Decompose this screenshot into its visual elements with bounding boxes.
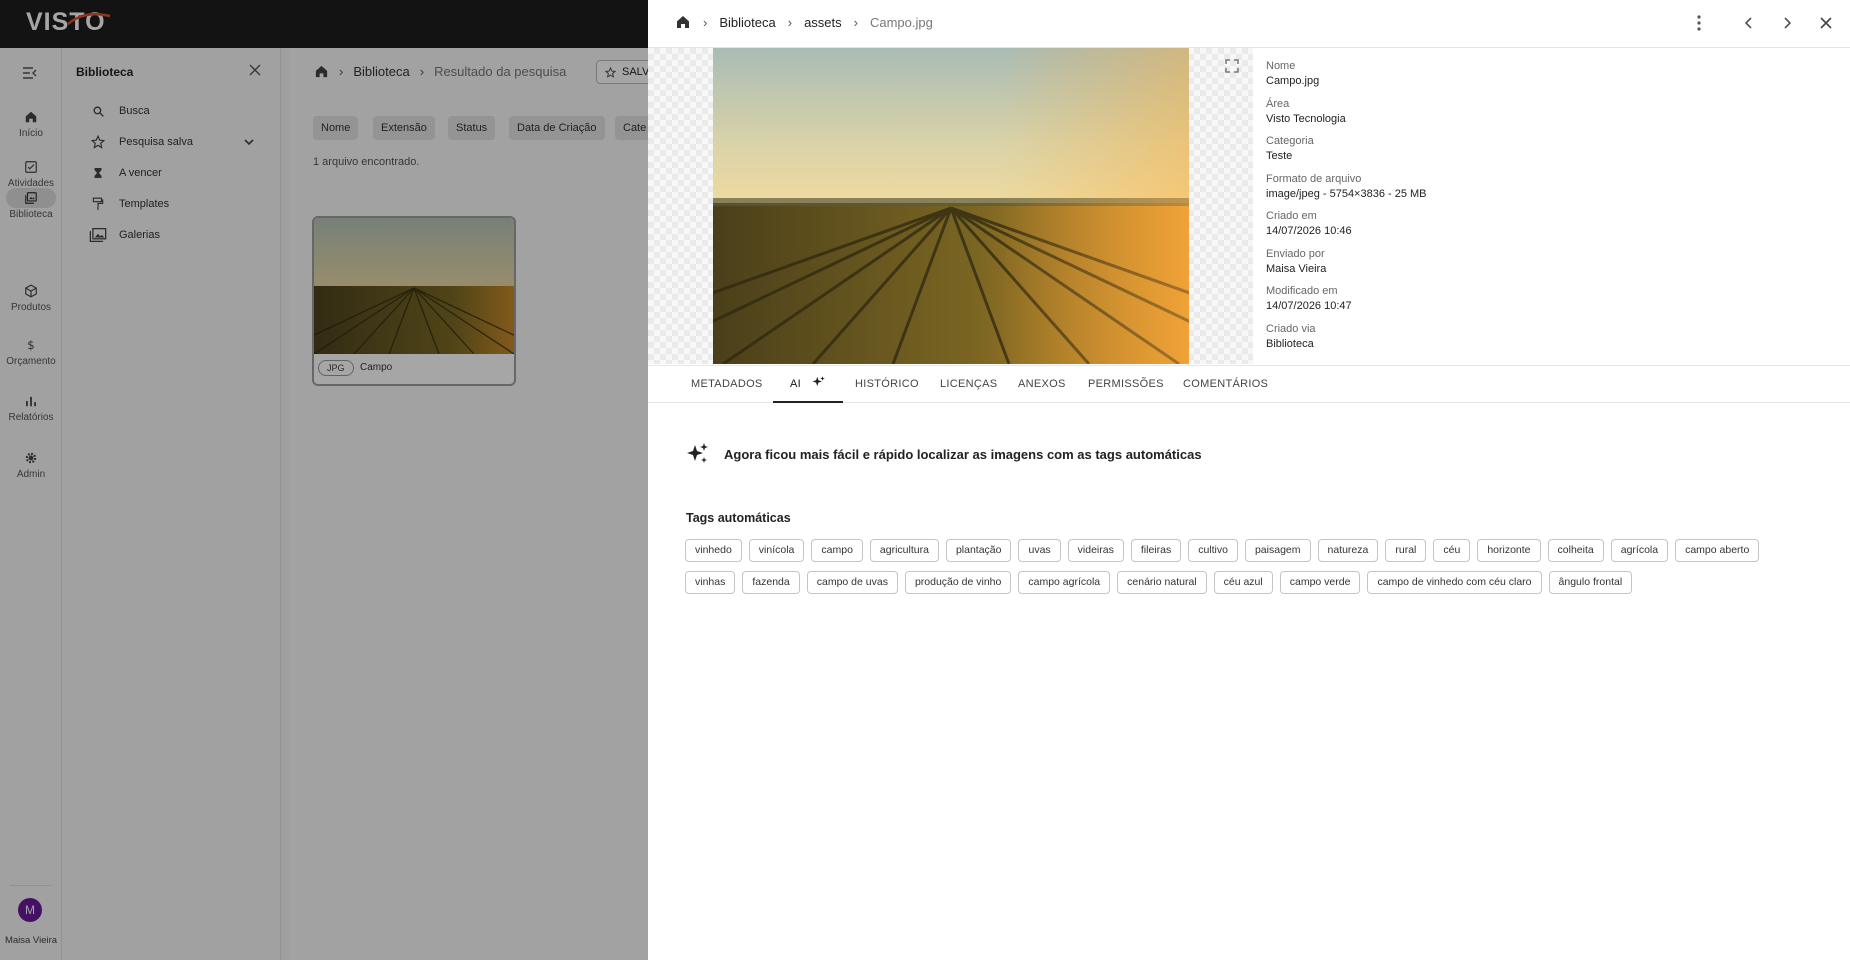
meta-label: Criado via xyxy=(1266,322,1316,335)
tab-historico[interactable]: HISTÓRICO xyxy=(855,366,919,403)
tag-chip[interactable]: rural xyxy=(1385,539,1427,562)
meta-row-criado-via: Criado via Biblioteca xyxy=(1266,323,1427,361)
meta-label: Área xyxy=(1266,97,1290,110)
tab-metadados[interactable]: METADADOS xyxy=(691,366,763,403)
tab-comentarios[interactable]: COMENTÁRIOS xyxy=(1183,366,1268,403)
tag-chip[interactable]: agrícola xyxy=(1610,539,1669,562)
tag-chip[interactable]: fazenda xyxy=(742,571,800,594)
breadcrumb: › Biblioteca › assets › Campo.jpg xyxy=(675,14,933,30)
tag-chip[interactable]: campo agrícola xyxy=(1018,571,1111,594)
meta-value: Visto Tecnologia xyxy=(1266,112,1346,125)
tag-chip[interactable]: natureza xyxy=(1317,539,1379,562)
auto-tags-list: vinhedo vinícola campo agricultura plantação… xyxy=(685,539,1815,594)
sparkles-icon xyxy=(687,443,708,463)
breadcrumb-biblioteca[interactable]: Biblioteca xyxy=(719,15,775,30)
image-preview xyxy=(648,48,1253,364)
metadata-summary: Nome Campo.jpg Área Visto Tecnologia Cat… xyxy=(1266,60,1427,360)
meta-value: Maisa Vieira xyxy=(1266,262,1327,275)
tag-chip[interactable]: campo aberto xyxy=(1675,539,1760,562)
breadcrumb-assets[interactable]: assets xyxy=(804,15,842,30)
modal-backdrop[interactable] xyxy=(0,0,648,960)
tag-chip[interactable]: plantação xyxy=(945,539,1012,562)
detail-tabs: METADADOS AI HISTÓRICO LICENÇAS ANEXOS P… xyxy=(648,365,1850,403)
tab-ai[interactable]: AI xyxy=(773,366,843,403)
tag-chip[interactable]: vinhedo xyxy=(685,539,742,562)
tag-chip[interactable]: paisagem xyxy=(1244,539,1311,562)
more-vert-icon[interactable] xyxy=(1691,14,1707,32)
meta-value: 14/07/2026 10:47 xyxy=(1266,300,1352,312)
meta-label: Enviado por xyxy=(1266,247,1325,260)
meta-label: Categoria xyxy=(1266,135,1314,147)
tag-chip[interactable]: agricultura xyxy=(869,539,939,562)
meta-value: 14/07/2026 10:46 xyxy=(1266,225,1352,237)
meta-label: Criado em xyxy=(1266,210,1317,222)
meta-row-area: Área Visto Tecnologia xyxy=(1266,98,1427,136)
meta-row-enviado-por: Enviado por Maisa Vieira xyxy=(1266,248,1427,286)
meta-row-categoria: Categoria Teste xyxy=(1266,135,1427,173)
tag-chip[interactable]: uvas xyxy=(1018,539,1061,562)
tag-chip[interactable]: cultivo xyxy=(1188,539,1238,562)
asset-detail-drawer: › Biblioteca › assets › Campo.jpg Nome C… xyxy=(648,0,1850,960)
tag-chip[interactable]: vinícola xyxy=(748,539,805,562)
meta-label: Nome xyxy=(1266,60,1296,72)
meta-label: Formato de arquivo xyxy=(1266,172,1362,185)
meta-row-formato: Formato de arquivo image/jpeg - 5754×383… xyxy=(1266,173,1427,211)
meta-value: Teste xyxy=(1266,150,1293,162)
drawer-header: › Biblioteca › assets › Campo.jpg xyxy=(648,0,1850,48)
meta-row-modificado-em: Modificado em 14/07/2026 10:47 xyxy=(1266,285,1427,323)
tags-title: Tags automáticas xyxy=(686,511,791,525)
tag-chip[interactable]: cenário natural xyxy=(1117,571,1207,594)
breadcrumb-separator-icon: › xyxy=(787,14,793,30)
tag-chip[interactable]: fileiras xyxy=(1130,539,1182,562)
home-icon[interactable] xyxy=(675,14,691,30)
fullscreen-icon[interactable] xyxy=(1224,58,1240,74)
tag-chip[interactable]: horizonte xyxy=(1477,539,1541,562)
chevron-right-icon[interactable] xyxy=(1779,14,1795,32)
tab-anexos[interactable]: ANEXOS xyxy=(1018,366,1066,403)
meta-row-criado-em: Criado em 14/07/2026 10:46 xyxy=(1266,210,1427,248)
meta-row-nome: Nome Campo.jpg xyxy=(1266,60,1427,98)
tab-permissoes[interactable]: PERMISSÕES xyxy=(1088,366,1164,403)
tag-chip[interactable]: céu xyxy=(1433,539,1471,562)
asset-preview-image[interactable] xyxy=(713,48,1189,364)
ai-banner: Agora ficou mais fácil e rápido localiza… xyxy=(686,442,1202,466)
sparkles-icon xyxy=(812,376,826,387)
tab-ai-label: AI xyxy=(790,378,801,390)
tag-chip[interactable]: videiras xyxy=(1067,539,1124,562)
tag-chip[interactable]: produção de vinho xyxy=(904,571,1012,594)
breadcrumb-separator-icon: › xyxy=(703,14,708,30)
tag-chip[interactable]: campo de vinhedo com céu claro xyxy=(1367,571,1542,594)
tab-licencas[interactable]: LICENÇAS xyxy=(940,366,997,403)
ai-banner-text: Agora ficou mais fácil e rápido localiza… xyxy=(724,446,1202,462)
chevron-left-icon[interactable] xyxy=(1741,14,1757,32)
tag-chip[interactable]: vinhas xyxy=(685,571,736,594)
tag-chip[interactable]: campo de uvas xyxy=(806,571,898,594)
breadcrumb-separator-icon: › xyxy=(853,14,858,30)
meta-value: Campo.jpg xyxy=(1266,75,1320,87)
tag-chip[interactable]: céu azul xyxy=(1213,571,1273,594)
meta-label: Modificado em xyxy=(1266,285,1338,297)
tag-chip[interactable]: colheita xyxy=(1547,539,1604,562)
close-icon[interactable] xyxy=(1818,14,1834,32)
meta-value: Biblioteca xyxy=(1266,337,1314,350)
breadcrumb-current: Campo.jpg xyxy=(869,14,933,30)
tag-chip[interactable]: ângulo frontal xyxy=(1548,571,1633,594)
tag-chip[interactable]: campo xyxy=(811,539,863,562)
tag-chip[interactable]: campo verde xyxy=(1279,571,1361,594)
meta-value: image/jpeg - 5754×3836 - 25 MB xyxy=(1266,187,1427,200)
